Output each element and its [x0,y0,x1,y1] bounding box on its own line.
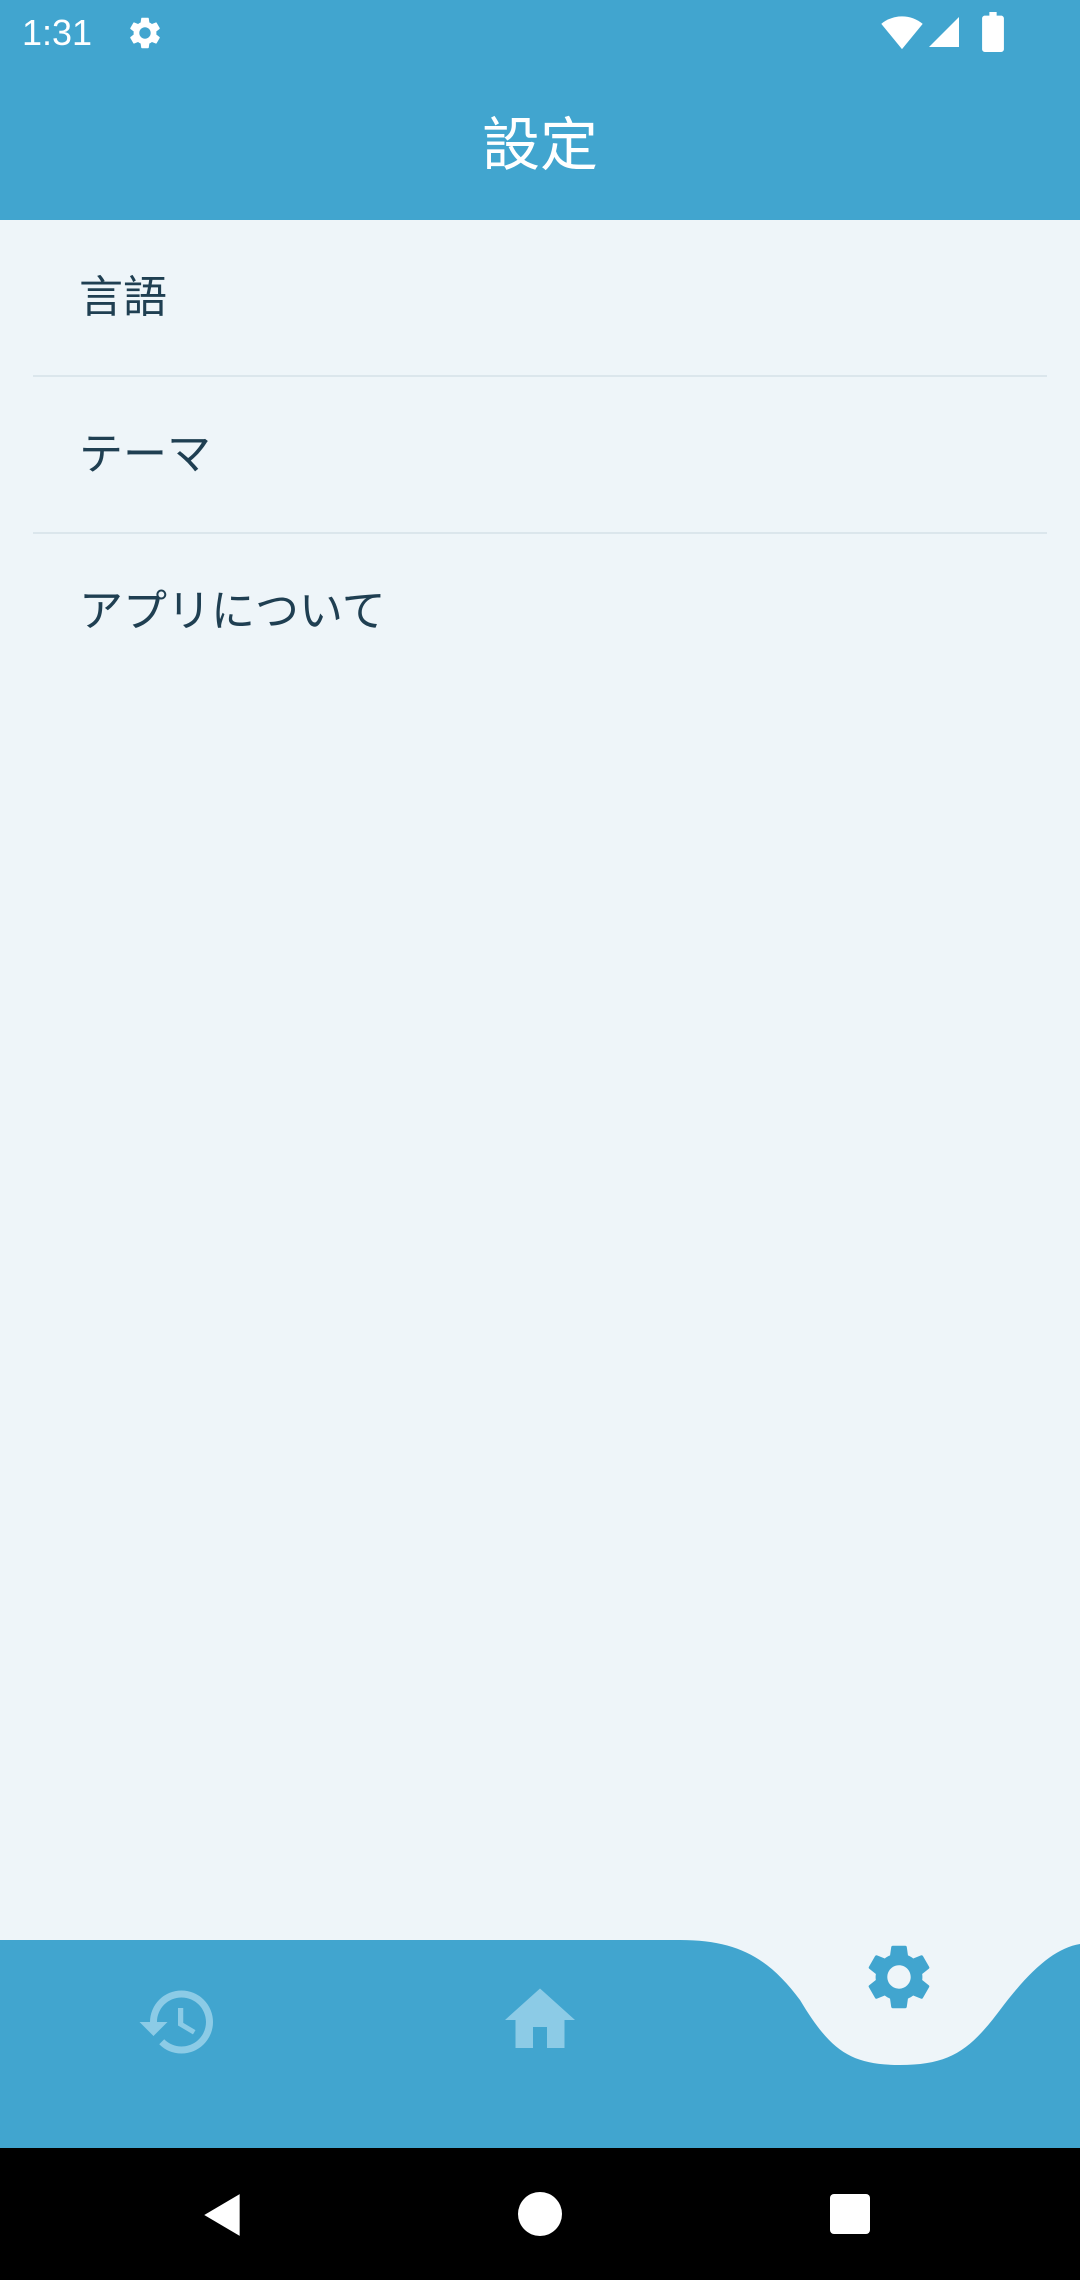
settings-item-theme[interactable]: テーマ [33,377,1047,534]
nav-home[interactable] [490,1970,590,2070]
battery-icon [982,12,1004,52]
settings-item-language[interactable]: 言語 [33,220,1047,377]
system-navigation-bar [0,2148,1080,2280]
nav-history[interactable] [126,1970,230,2074]
recents-button[interactable] [830,2194,870,2234]
status-time: 1:31 [22,12,93,53]
history-icon [139,1990,213,2054]
settings-list: 言語 テーマ アプリについて [0,220,1080,689]
settings-item-label: テーマ [79,428,211,480]
app-bar: 設定 [0,66,1080,220]
home-button[interactable] [518,2192,562,2236]
status-bar: 1:31 [0,0,1080,66]
gear-icon [868,1945,930,2009]
bottom-nav [0,1900,1080,2148]
signal-icon [929,17,959,47]
page-title: 設定 [481,111,598,179]
back-icon[interactable] [198,2190,248,2240]
settings-item-label: アプリについて [79,585,386,637]
settings-item-about[interactable]: アプリについて [33,534,1047,689]
settings-item-label: 言語 [79,271,167,323]
wifi-icon [881,16,923,50]
nav-settings[interactable] [836,1914,962,2040]
gear-icon [130,17,160,49]
home-icon [505,1988,575,2048]
